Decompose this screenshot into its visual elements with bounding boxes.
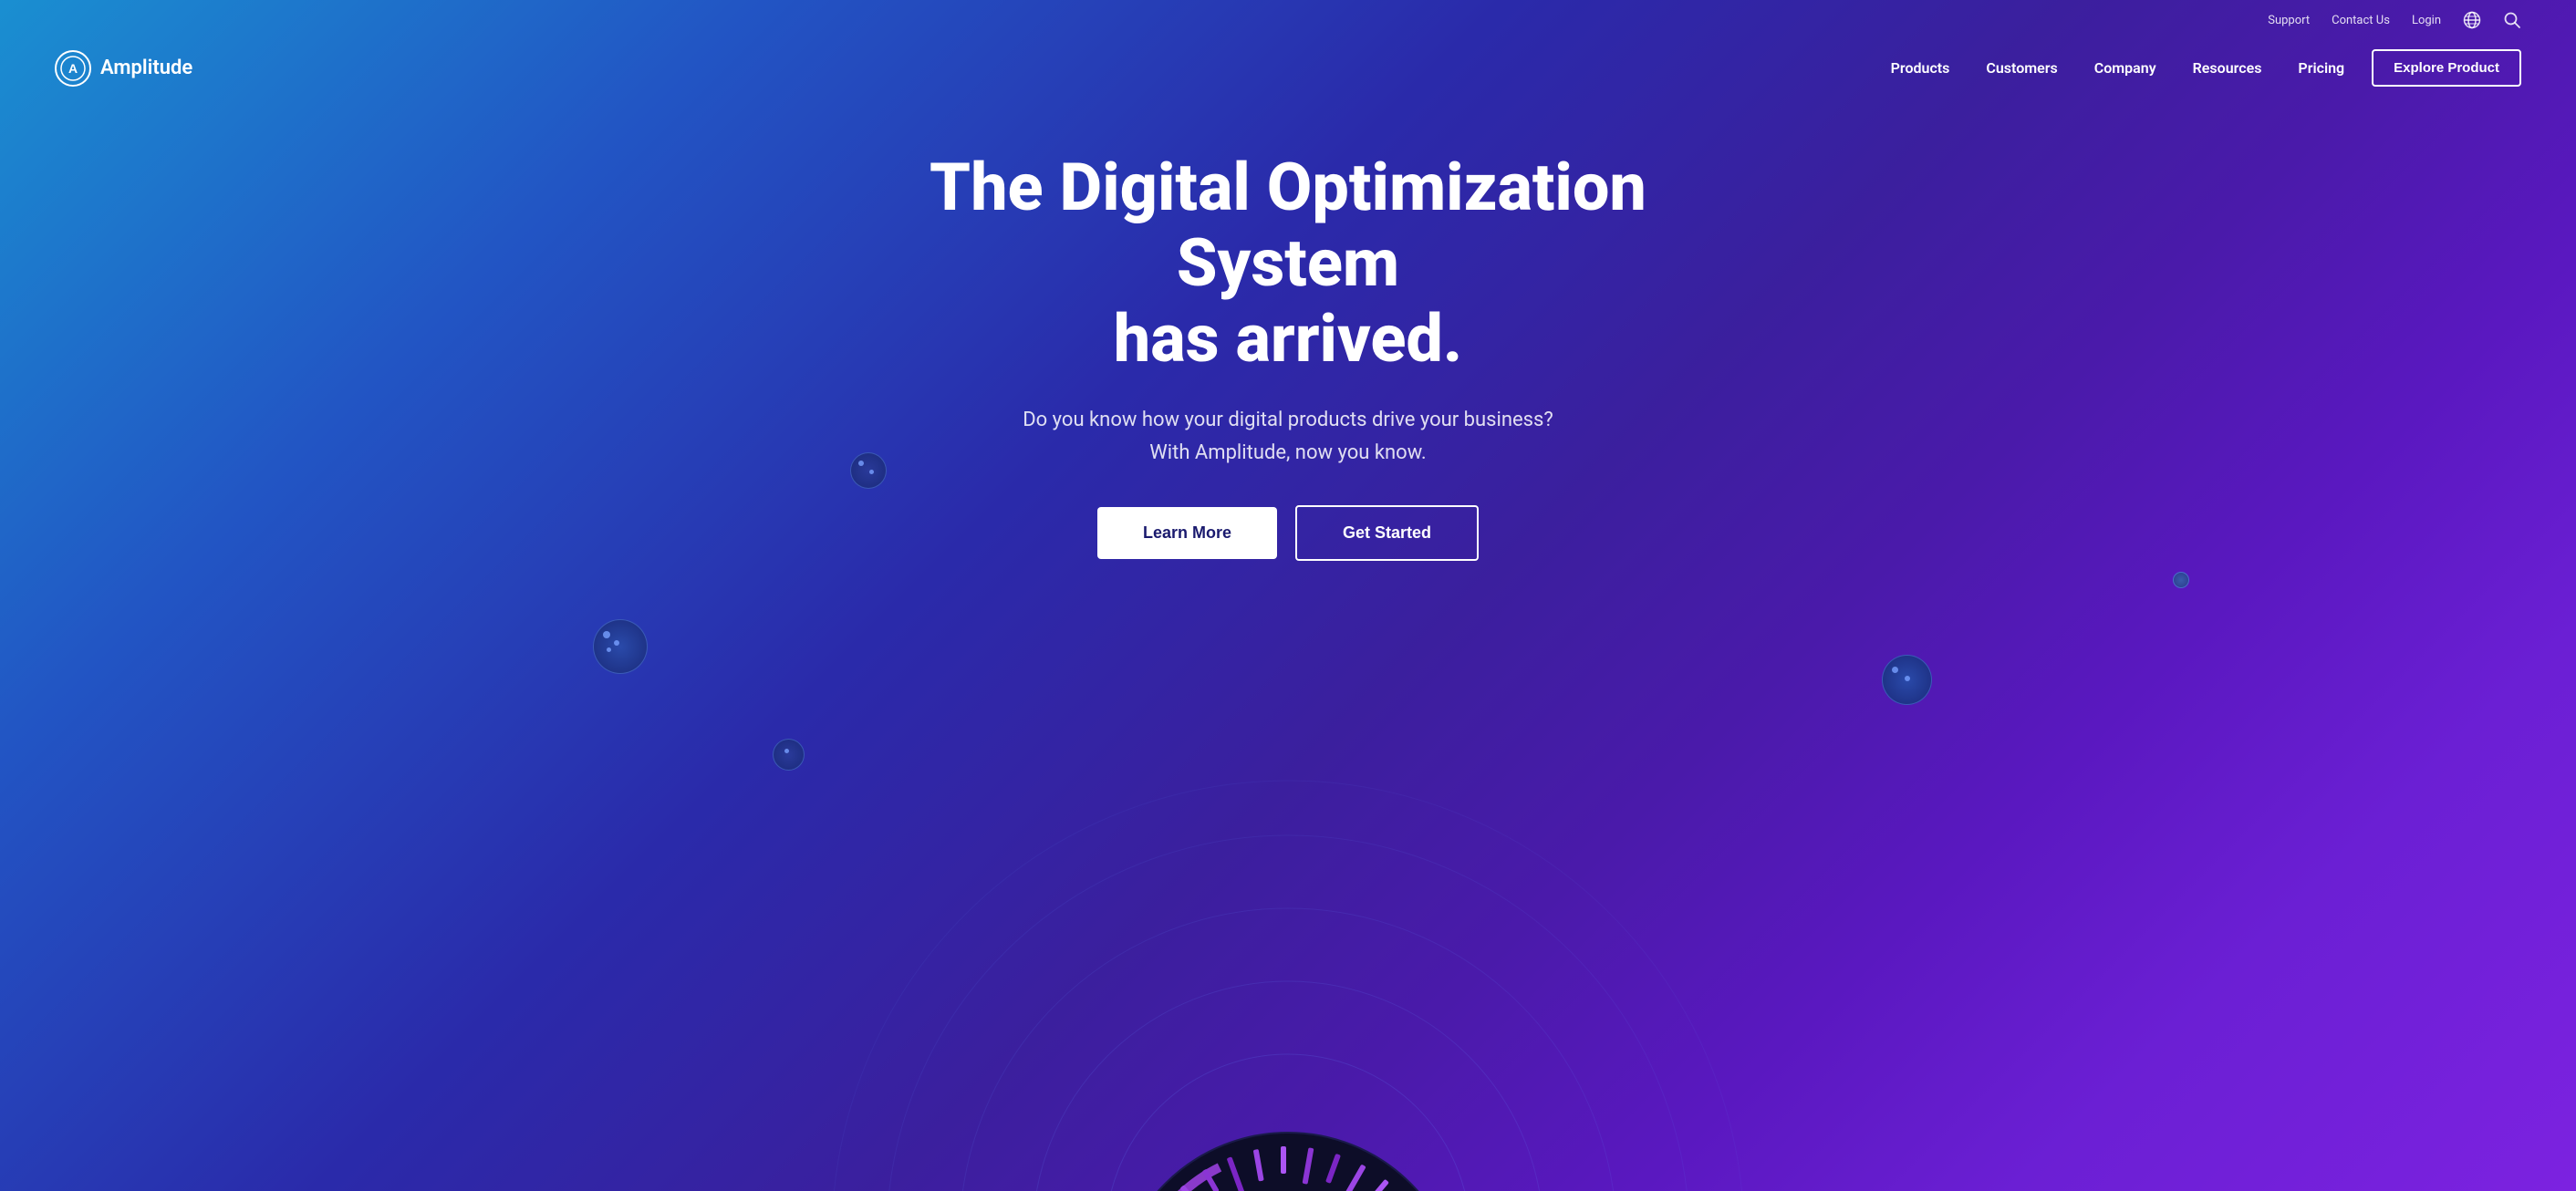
- page-wrapper: Support Contact Us Login: [0, 0, 2576, 1191]
- hero-buttons: Learn More Get Started: [18, 505, 2558, 561]
- main-nav: A Amplitude Products Customers Company R…: [0, 40, 2576, 96]
- brand-name: Amplitude: [100, 57, 192, 79]
- get-started-button[interactable]: Get Started: [1295, 505, 1479, 561]
- nav-item-products[interactable]: Products: [1891, 59, 1950, 77]
- logo-icon: A: [55, 50, 91, 87]
- learn-more-button[interactable]: Learn More: [1097, 507, 1277, 559]
- nav-item-company[interactable]: Company: [2094, 59, 2156, 77]
- svg-text:A: A: [68, 61, 78, 76]
- bottom-wheel: [1115, 1069, 1461, 1191]
- explore-product-button[interactable]: Explore Product: [2372, 49, 2521, 87]
- logo[interactable]: A Amplitude: [55, 50, 192, 87]
- nav-item-resources[interactable]: Resources: [2193, 59, 2262, 77]
- hero-section: The Digital Optimization System has arri…: [0, 96, 2576, 597]
- top-utility-bar: Support Contact Us Login: [0, 0, 2576, 40]
- hero-subtitle: Do you know how your digital products dr…: [969, 404, 1607, 468]
- floating-dot-4: [1882, 655, 1932, 705]
- contact-us-link[interactable]: Contact Us: [2332, 14, 2390, 27]
- floating-dot-1: [593, 619, 648, 674]
- background-arcs: [832, 598, 1744, 1191]
- globe-icon[interactable]: [2463, 11, 2481, 29]
- hero-title: The Digital Optimization System has arri…: [878, 150, 1698, 377]
- login-link[interactable]: Login: [2412, 14, 2441, 27]
- floating-dot-3: [773, 739, 805, 771]
- search-icon[interactable]: [2503, 11, 2521, 29]
- header: Support Contact Us Login: [0, 0, 2576, 96]
- nav-item-customers[interactable]: Customers: [1986, 59, 2057, 77]
- nav-item-pricing[interactable]: Pricing: [2298, 59, 2344, 77]
- support-link[interactable]: Support: [2268, 14, 2310, 27]
- nav-links: Products Customers Company Resources Pri…: [1891, 59, 2344, 77]
